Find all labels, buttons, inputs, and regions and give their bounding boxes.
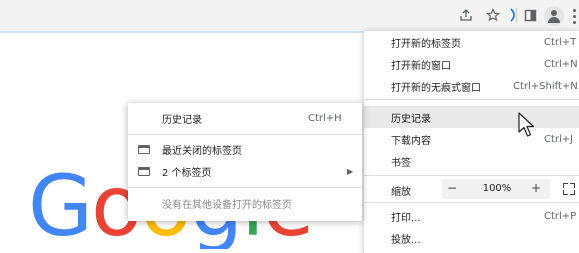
extension-arc-icon [505, 7, 521, 23]
zoom-control: − 100% + [442, 179, 550, 199]
menu-item-label: 书签 [391, 157, 411, 169]
menu-item-new-incognito-window[interactable]: 打开新的无痕式窗口 Ctrl+Shift+N [364, 75, 579, 97]
fullscreen-icon[interactable] [563, 183, 575, 195]
zoom-label: 缩放 [391, 187, 411, 198]
menu-item-cast[interactable]: 投放... [364, 227, 579, 249]
zoom-row: 缩放 − 100% + [364, 177, 579, 201]
menu-item-bookmarks[interactable]: 书签 [364, 150, 579, 172]
submenu-note-label: 没有在其他设备打开的标签页 [162, 199, 292, 211]
menu-item-label: 打开新的窗口 [391, 60, 451, 72]
toolbar-separator [516, 8, 517, 22]
toolbar-underline [0, 31, 365, 33]
profile-icon[interactable] [544, 6, 564, 26]
submenu-item-label: 最近关闭的标签页 [162, 145, 242, 157]
tab-icon [138, 144, 150, 154]
browser-main-menu: 打开新的标签页 Ctrl+T 打开新的窗口 Ctrl+N 打开新的无痕式窗口 C… [364, 31, 579, 253]
menu-item-shortcut: Ctrl+J [544, 133, 574, 145]
menu-item-label: 打印... [391, 212, 421, 224]
menu-item-label: 下载内容 [391, 135, 431, 147]
submenu-item-label: 历史记录 [162, 114, 202, 126]
share-icon[interactable] [458, 7, 474, 23]
menu-item-print[interactable]: 打印... Ctrl+P [364, 205, 579, 227]
menu-divider [364, 175, 579, 176]
menu-divider [364, 202, 579, 203]
menu-item-label: 打开新的无痕式窗口 [391, 82, 481, 94]
submenu-item-recently-closed[interactable]: 最近关闭的标签页 [128, 138, 362, 160]
tab-icon [138, 166, 150, 176]
submenu-item-two-tabs[interactable]: 2 个标签页 ▶ [128, 160, 362, 182]
submenu-arrow-icon: ▶ [347, 166, 354, 176]
menu-item-label: 历史记录 [391, 113, 431, 125]
submenu-item-shortcut: Ctrl+H [308, 112, 342, 124]
mouse-cursor-icon [518, 112, 536, 140]
menu-item-history[interactable]: 历史记录 [364, 106, 579, 128]
star-icon[interactable] [485, 7, 501, 23]
menu-item-label: 打开新的标签页 [391, 38, 461, 50]
zoom-out-button[interactable]: − [444, 181, 460, 195]
menu-item-shortcut: Ctrl+N [544, 58, 578, 70]
menu-item-shortcut: Ctrl+Shift+N [513, 80, 578, 92]
menu-divider [364, 99, 579, 100]
menu-item-new-window[interactable]: 打开新的窗口 Ctrl+N [364, 53, 579, 75]
zoom-value: 100% [482, 183, 512, 194]
tab-search-icon[interactable] [522, 7, 538, 23]
submenu-note-no-other-devices: 没有在其他设备打开的标签页 [128, 192, 362, 214]
submenu-item-history[interactable]: 历史记录 Ctrl+H [128, 107, 362, 129]
logo-letter: G [28, 164, 93, 249]
menu-item-downloads[interactable]: 下载内容 Ctrl+J [364, 128, 579, 150]
submenu-divider [128, 187, 362, 188]
more-icon[interactable] [571, 8, 579, 24]
menu-item-label: 投放... [391, 234, 421, 246]
submenu-divider [128, 134, 362, 135]
menu-item-new-tab[interactable]: 打开新的标签页 Ctrl+T [364, 31, 579, 53]
menu-item-shortcut: Ctrl+T [544, 36, 577, 48]
menu-item-shortcut: Ctrl+P [544, 210, 577, 222]
zoom-in-button[interactable]: + [528, 181, 544, 195]
submenu-item-label: 2 个标签页 [162, 167, 212, 179]
history-submenu: 历史记录 Ctrl+H 最近关闭的标签页 2 个标签页 ▶ 没有在其他设备打开的… [128, 103, 362, 221]
